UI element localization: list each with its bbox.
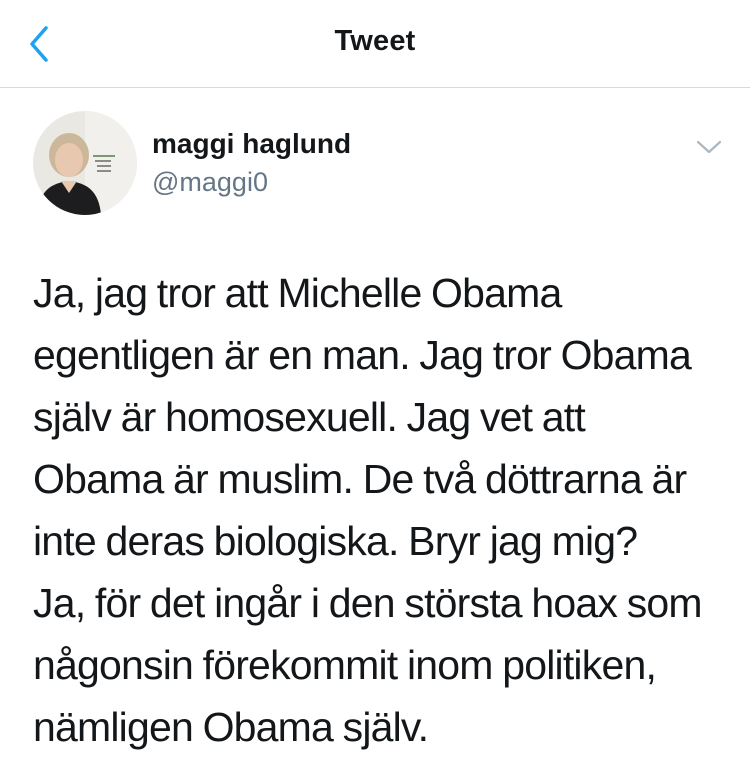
tweet-text: Ja, jag tror att Michelle Obama egentlig… [33, 262, 733, 758]
tweet-author-header: maggi haglund @maggi0 [0, 88, 750, 238]
author-handle: @maggi0 [152, 167, 268, 197]
avatar-photo [33, 111, 137, 215]
navigation-bar: Tweet [0, 0, 750, 88]
page-title: Tweet [334, 25, 416, 57]
author-display-name[interactable]: maggi haglund [152, 128, 351, 160]
tweet-text-line: själv är homosexuell. Jag vet att [33, 394, 586, 440]
tweet-text-line: Ja, för det ingår i den största hoax som [33, 580, 703, 626]
tweet-text-line: inte deras biologiska. Bryr jag mig? [33, 518, 638, 564]
tweet-text-line: egentligen är en man. Jag tror Obama [33, 332, 692, 378]
tweet-text-line: Obama är muslim. De två döttrarna är [33, 456, 687, 502]
tweet-text-line: nämligen Obama själv. [33, 704, 429, 750]
chevron-down-icon [696, 140, 722, 154]
avatar[interactable] [33, 111, 137, 215]
tweet-menu-button[interactable] [692, 134, 726, 160]
tweet-text-line: någonsin förekommit inom politiken, [33, 642, 657, 688]
tweet-text-line: Ja, jag tror att Michelle Obama [33, 270, 562, 316]
